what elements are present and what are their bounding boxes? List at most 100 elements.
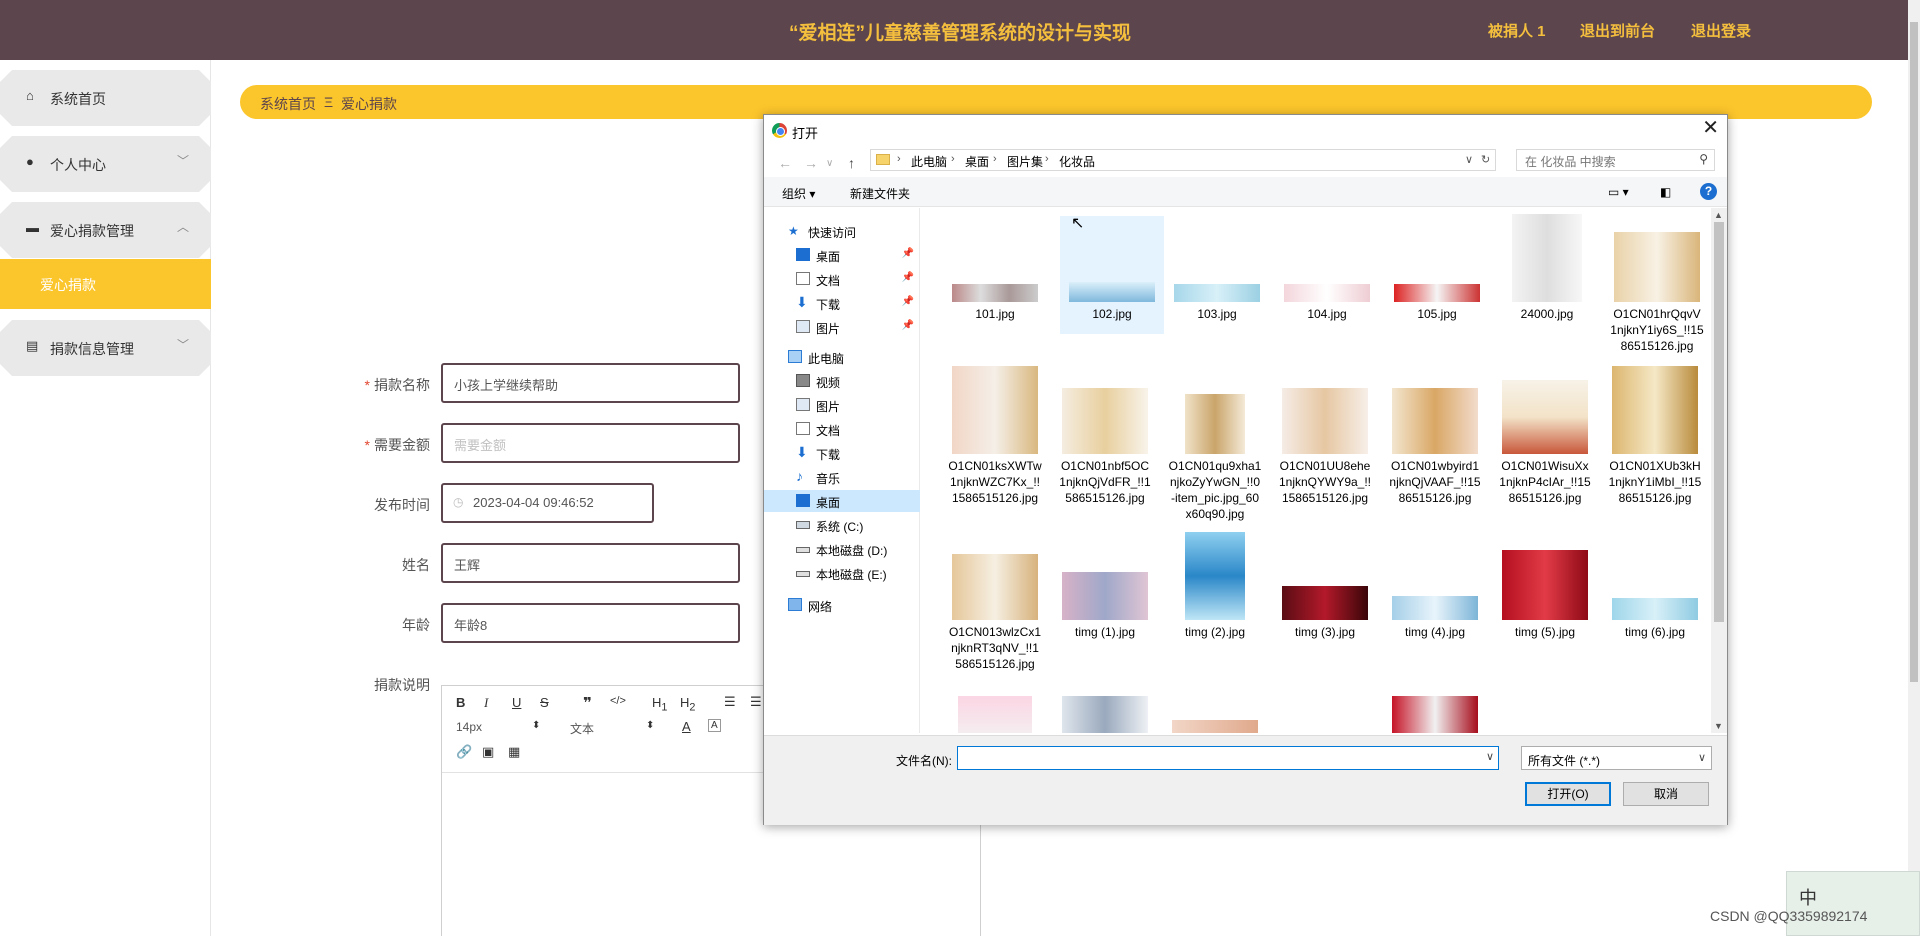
sidebar-item-donation-mgmt[interactable]: ▬ 爱心捐款管理 ︿ <box>0 202 211 258</box>
file-item[interactable]: 102.jpg <box>1060 216 1164 334</box>
page-scrollbar[interactable] <box>1908 0 1920 936</box>
name-input[interactable]: 王辉 <box>441 543 740 583</box>
file-item[interactable]: O1CN013wlzCx1njknRT3qNV_!!1586515126.jpg <box>949 534 1041 684</box>
nav-item-documents-pinned[interactable]: 文档 📌 <box>764 268 920 290</box>
age-input[interactable]: 年龄8 <box>441 603 740 643</box>
font-size-select[interactable]: 14px <box>456 720 482 734</box>
bold-icon[interactable]: B <box>456 695 465 710</box>
forward-icon[interactable]: → <box>804 155 818 171</box>
file-item[interactable]: timg (4).jpg <box>1392 534 1478 684</box>
nav-item-drive-d[interactable]: 本地磁盘 (D:) <box>764 538 920 560</box>
file-item[interactable]: 105.jpg <box>1394 216 1480 334</box>
file-item[interactable]: O1CN01qu9xha1njkoZyYwGN_!!0-item_pic.jpg… <box>1169 368 1261 530</box>
nav-user[interactable]: 被捐人 1 <box>1488 20 1546 41</box>
nav-item-music[interactable]: ♪ 音乐 <box>764 466 920 488</box>
file-item[interactable] <box>1062 696 1148 733</box>
bullet-list-icon[interactable]: ☰ <box>750 694 762 710</box>
up-icon[interactable]: ↑ <box>848 155 855 171</box>
file-item[interactable]: O1CN01XUb3kH1njknY1iMbI_!!1586515126.jpg <box>1609 366 1701 530</box>
preview-pane-icon[interactable]: ◧ <box>1660 185 1671 199</box>
file-item[interactable] <box>1172 696 1258 733</box>
nav-item-network[interactable]: 网络 <box>764 594 920 616</box>
publish-time-input[interactable]: ◷ 2023-04-04 09:46:52 <box>441 483 654 523</box>
file-item[interactable]: timg (5).jpg <box>1502 534 1588 684</box>
amount-input[interactable]: 需要金额 <box>441 423 740 463</box>
sidebar-item-donation-info[interactable]: ▤ 捐款信息管理 ﹀ <box>0 320 211 376</box>
help-icon[interactable]: ? <box>1700 183 1717 200</box>
sidebar-item-home[interactable]: ⌂ 系统首页 <box>0 70 211 126</box>
address-segment[interactable]: 桌面 <box>965 153 989 170</box>
file-item[interactable]: timg (3).jpg <box>1282 534 1368 684</box>
scrollbar-thumb[interactable] <box>1714 222 1724 622</box>
chevron-down-icon[interactable]: ∨ <box>1486 750 1494 763</box>
page-scrollbar-thumb[interactable] <box>1910 22 1918 682</box>
video-icon[interactable]: ▦ <box>508 744 520 760</box>
cancel-button[interactable]: 取消 <box>1623 782 1709 806</box>
nav-item-downloads-pinned[interactable]: ⬇ 下载 📌 <box>764 292 920 314</box>
heading1-icon[interactable]: H1 <box>652 695 667 714</box>
font-color-icon[interactable]: A <box>682 719 691 734</box>
underline-icon[interactable]: U <box>512 695 521 710</box>
sidebar-item-donation[interactable]: 爱心捐款 <box>0 259 211 309</box>
nav-item-drive-e[interactable]: 本地磁盘 (E:) <box>764 562 920 584</box>
donation-name-input[interactable]: 小孩上学继续帮助 <box>441 363 740 403</box>
history-chevron-icon[interactable]: ∨ <box>826 158 833 169</box>
nav-item-documents[interactable]: 文档 <box>764 418 920 440</box>
search-input[interactable]: 在 化妆品 中搜索 ⚲ <box>1516 149 1715 171</box>
file-item[interactable]: timg (6).jpg <box>1612 534 1698 684</box>
file-item[interactable]: O1CN01wbyird1njknQjVAAF_!!1586515126.jpg <box>1389 368 1481 530</box>
file-item[interactable]: timg (2).jpg <box>1172 532 1258 684</box>
scroll-up-icon[interactable]: ▲ <box>1714 210 1723 220</box>
chevron-down-icon[interactable]: ∨ <box>1465 153 1473 166</box>
file-item[interactable]: O1CN01WisuXx1njknP4cIAr_!!1586515126.jpg <box>1499 368 1591 530</box>
file-item[interactable]: O1CN01ksXWTw1njknWZC7Kx_!!1586515126.jpg <box>948 366 1042 530</box>
quote-icon[interactable]: ❞ <box>583 694 592 712</box>
file-item[interactable]: O1CN01hrQqvV1njknY1iy6S_!!1586515126.jpg <box>1610 216 1704 366</box>
back-icon[interactable]: ← <box>778 155 792 171</box>
filetype-select[interactable]: 所有文件 (*.*) ∨ <box>1521 746 1712 770</box>
nav-item-desktop[interactable]: 桌面 <box>764 490 920 512</box>
nav-logout[interactable]: 退出登录 <box>1691 20 1751 41</box>
address-bar[interactable]: › 此电脑 › 桌面 › 图片集 › 化妆品 ∨ ↻ <box>870 149 1496 171</box>
view-options-icon[interactable]: ▭ ▾ <box>1608 185 1629 199</box>
link-icon[interactable]: 🔗 <box>456 744 472 760</box>
filename-input[interactable]: ∨ <box>957 746 1499 770</box>
strikethrough-icon[interactable]: S <box>540 695 549 710</box>
ordered-list-icon[interactable]: ☰ <box>724 694 736 710</box>
nav-item-videos[interactable]: 视频 <box>764 370 920 392</box>
nav-item-pictures-pinned[interactable]: 图片 📌 <box>764 316 920 338</box>
image-icon[interactable]: ▣ <box>482 744 494 760</box>
address-segment[interactable]: 此电脑 <box>911 153 947 170</box>
background-color-icon[interactable]: A <box>708 719 721 732</box>
close-icon[interactable]: ✕ <box>1702 118 1719 138</box>
refresh-icon[interactable]: ↻ <box>1481 153 1490 166</box>
organize-button[interactable]: 组织 ▾ <box>782 185 815 202</box>
file-item[interactable]: 24000.jpg <box>1504 214 1590 334</box>
breadcrumb-home[interactable]: 系统首页 <box>260 94 316 114</box>
open-button[interactable]: 打开(O) <box>1525 782 1611 806</box>
code-icon[interactable]: </> <box>610 695 626 707</box>
address-segment[interactable]: 化妆品 <box>1059 153 1095 170</box>
file-item[interactable]: timg (1).jpg <box>1062 534 1148 684</box>
nav-item-downloads[interactable]: ⬇ 下载 <box>764 442 920 464</box>
nav-item-this-pc[interactable]: 此电脑 <box>764 346 920 368</box>
file-item[interactable]: O1CN01UU8ehe1njknQYWY9a_!!1586515126.jpg <box>1279 368 1371 530</box>
file-item[interactable]: 103.jpg <box>1174 216 1260 334</box>
address-segment[interactable]: 图片集 <box>1007 153 1043 170</box>
nav-front[interactable]: 退出到前台 <box>1580 20 1655 41</box>
scroll-down-icon[interactable]: ▼ <box>1714 721 1723 731</box>
new-folder-button[interactable]: 新建文件夹 <box>850 185 910 202</box>
file-item[interactable] <box>1392 696 1478 733</box>
nav-item-drive-c[interactable]: 系统 (C:) <box>764 514 920 536</box>
ime-indicator[interactable]: 中 <box>1786 871 1920 936</box>
block-type-select[interactable]: 文本 <box>570 720 594 737</box>
sidebar-item-profile[interactable]: ● 个人中心 ﹀ <box>0 136 211 192</box>
heading2-icon[interactable]: H2 <box>680 695 695 714</box>
italic-icon[interactable]: I <box>484 695 488 711</box>
file-list-scrollbar[interactable]: ▲ ▼ <box>1711 208 1727 733</box>
file-item[interactable]: 101.jpg <box>952 216 1038 334</box>
file-item[interactable]: O1CN01nbf5OC1njknQjVdFR_!!1586515126.jpg <box>1059 368 1151 530</box>
file-item[interactable]: 104.jpg <box>1284 216 1370 334</box>
nav-item-quick-access[interactable]: ★ 快速访问 <box>764 220 920 242</box>
nav-item-desktop-pinned[interactable]: 桌面 📌 <box>764 244 920 266</box>
